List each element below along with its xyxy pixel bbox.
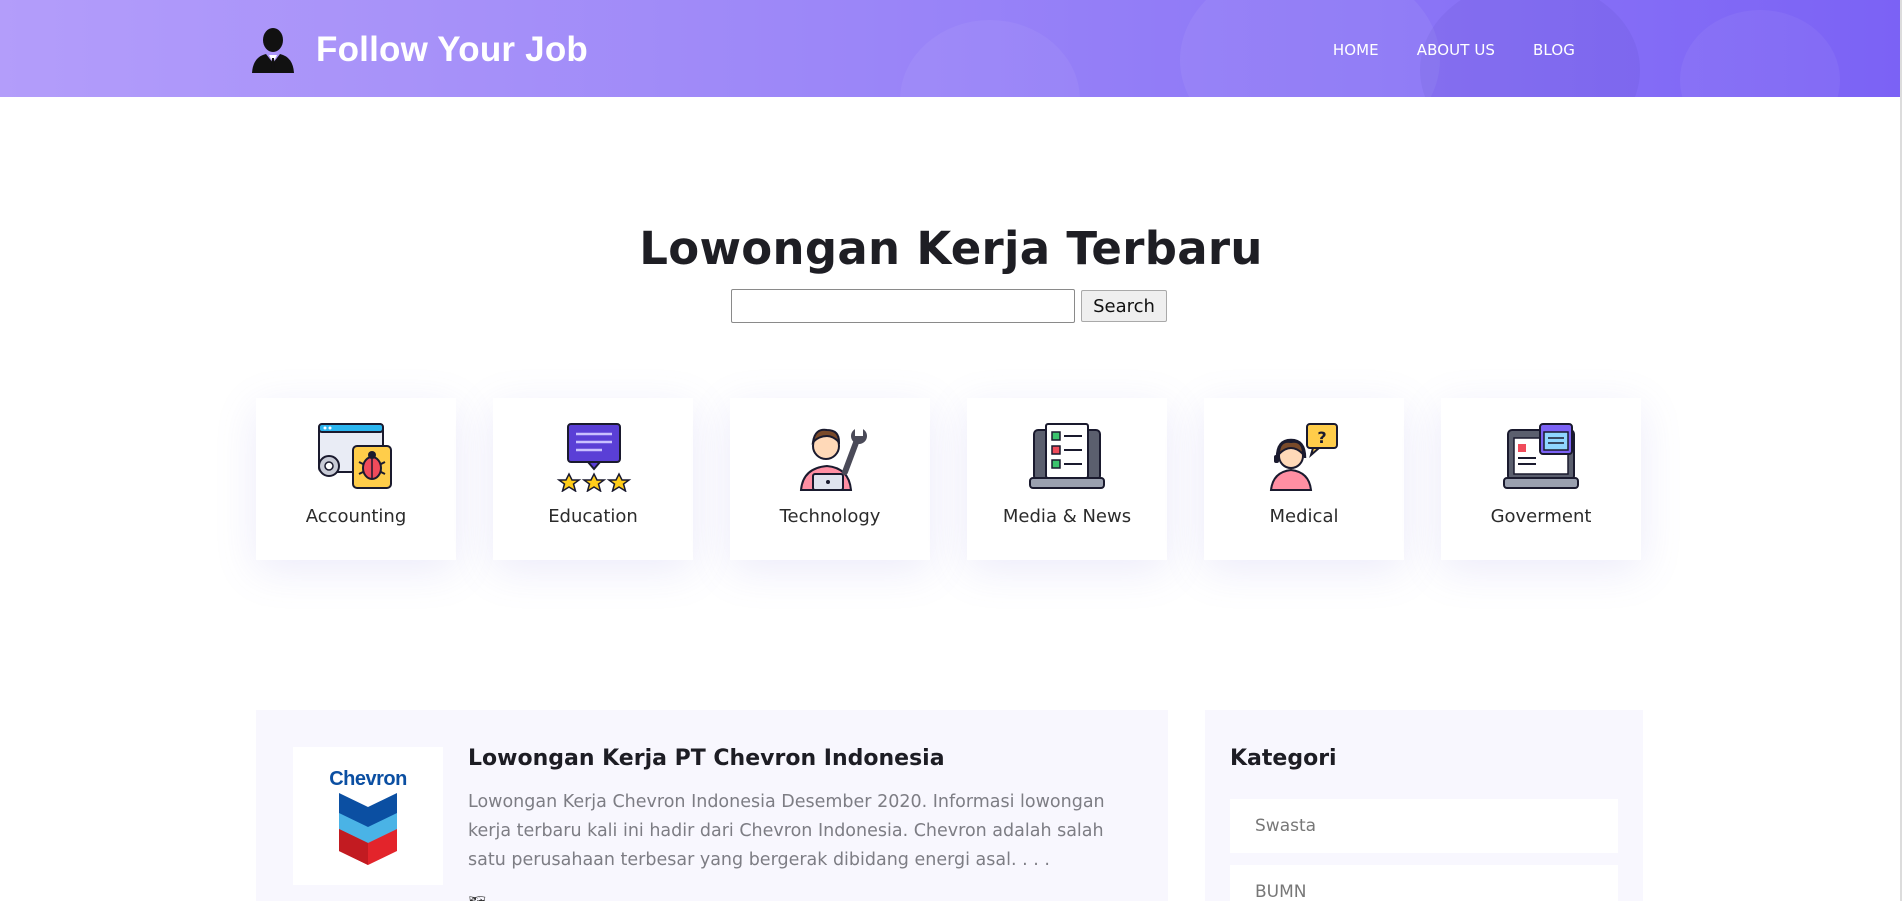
category-label: Medical xyxy=(1269,506,1339,527)
category-label: Accounting xyxy=(305,506,407,527)
category-card-government[interactable]: Goverment xyxy=(1441,398,1641,560)
search-bar: Search xyxy=(731,289,1167,323)
job-listing-card: Chevron Lowongan Kerja PT Chevron Indone… xyxy=(256,710,1168,901)
header-bg-decoration xyxy=(1680,10,1840,97)
company-logo[interactable]: Chevron xyxy=(293,747,443,885)
nav-home[interactable]: HOME xyxy=(1333,41,1379,59)
svg-text:?: ? xyxy=(1317,428,1326,447)
nav-about-us[interactable]: ABOUT US xyxy=(1417,41,1495,59)
support-agent-icon: ? xyxy=(1269,423,1338,491)
chevron-logo-icon xyxy=(339,792,397,865)
category-label: Education xyxy=(548,506,638,527)
sidebar-item-bumn[interactable]: BUMN xyxy=(1230,865,1618,901)
map-icon: 🗺 xyxy=(468,894,487,901)
category-card-accounting[interactable]: Accounting xyxy=(256,398,456,560)
laptop-dashboard-icon xyxy=(1503,423,1579,489)
category-card-medical[interactable]: ? Medical xyxy=(1204,398,1404,560)
search-button[interactable]: Search xyxy=(1081,290,1167,322)
bug-report-icon xyxy=(318,423,392,489)
sidebar-title: Kategori xyxy=(1230,746,1337,771)
category-list: Accounting Education Technology Media & … xyxy=(256,398,1641,560)
rating-chat-icon xyxy=(556,423,632,492)
page-title: Lowongan Kerja Terbaru xyxy=(639,222,1263,275)
header-bg-decoration xyxy=(900,20,1080,97)
category-card-media-news[interactable]: Media & News xyxy=(967,398,1167,560)
category-sidebar: Kategori Swasta BUMN xyxy=(1205,710,1643,901)
site-logo[interactable]: Follow Your Job xyxy=(248,25,588,75)
company-logo-text: Chevron xyxy=(329,767,407,790)
category-label: Technology xyxy=(779,506,881,527)
site-header: Follow Your Job HOME ABOUT US BLOG xyxy=(0,0,1902,97)
search-input[interactable] xyxy=(731,289,1075,323)
main-nav: HOME ABOUT US BLOG xyxy=(1333,41,1575,59)
job-description: Lowongan Kerja Chevron Indonesia Desembe… xyxy=(468,792,1105,870)
category-card-education[interactable]: Education xyxy=(493,398,693,560)
engineer-laptop-icon xyxy=(799,428,867,491)
sidebar-item-swasta[interactable]: Swasta xyxy=(1230,799,1618,853)
businessman-icon xyxy=(252,28,294,73)
category-card-technology[interactable]: Technology xyxy=(730,398,930,560)
category-label: Media & News xyxy=(1002,506,1132,527)
logo-text: Follow Your Job xyxy=(316,30,588,69)
nav-blog[interactable]: BLOG xyxy=(1533,41,1575,59)
checklist-laptop-icon xyxy=(1029,423,1105,489)
category-label: Goverment xyxy=(1490,506,1592,527)
job-title-link[interactable]: Lowongan Kerja PT Chevron Indonesia xyxy=(468,746,945,771)
